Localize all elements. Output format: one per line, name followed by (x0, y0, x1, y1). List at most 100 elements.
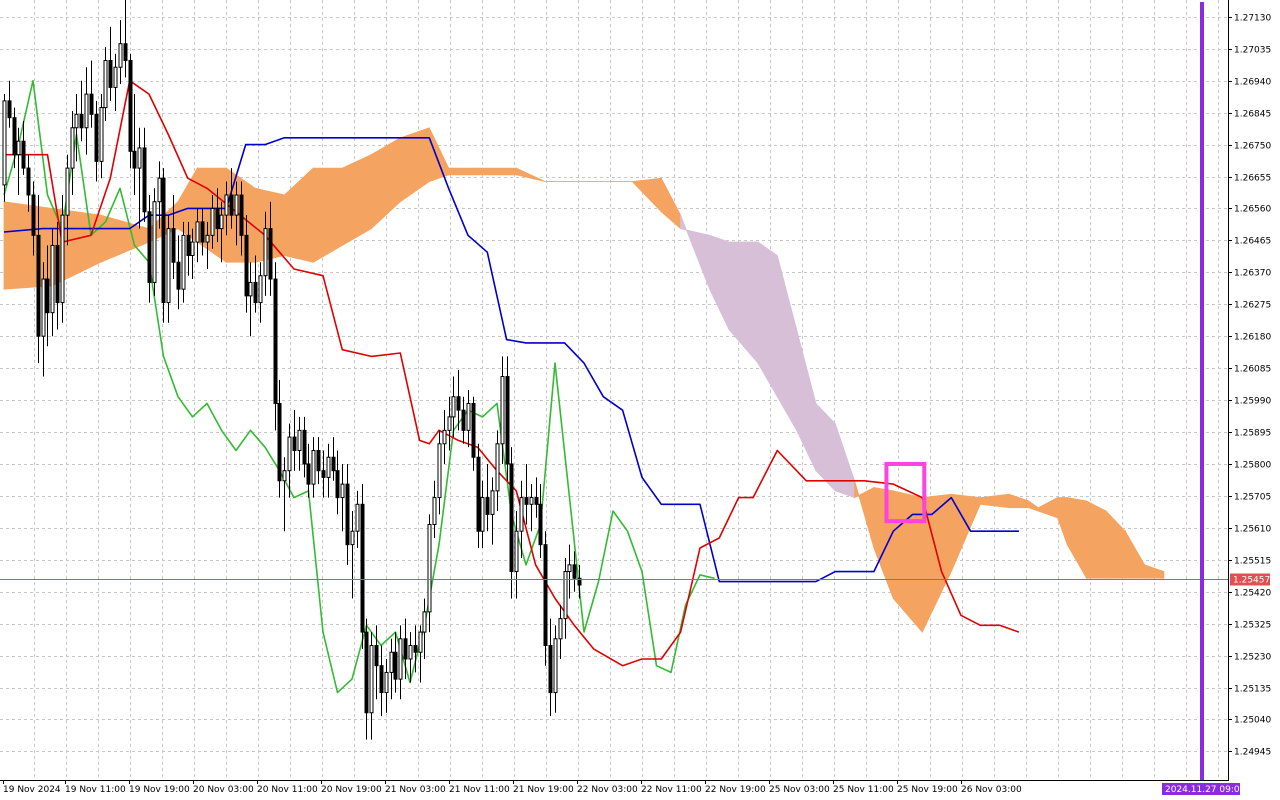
future-time-tag-label: 2024.11.27 09:00 (1165, 785, 1246, 795)
candle-body (12, 117, 17, 156)
y-tick-label: 1.26655 (1234, 174, 1271, 184)
candle-body (94, 113, 99, 162)
y-tick-label: 1.25325 (1234, 621, 1271, 631)
candle-body (543, 544, 548, 647)
cloud-segment (1086, 500, 1107, 579)
candle-body (316, 450, 321, 472)
candle-body (538, 503, 543, 546)
candle-body (118, 43, 123, 68)
y-tick-label: 1.25705 (1234, 493, 1271, 503)
candle-body (99, 107, 104, 162)
candle-body (292, 436, 297, 452)
candle-body (45, 278, 50, 314)
candle-body (16, 140, 21, 156)
x-tick-label: 19 Nov 19:00 (129, 785, 190, 795)
y-axis-ticks: 1.27130 1.27035 1.26940 1.26845 1.26750 1.266… (1228, 14, 1271, 758)
candle-body (302, 429, 307, 465)
candle-body (563, 571, 568, 620)
candle-body (65, 167, 70, 216)
candle-body (350, 530, 355, 546)
y-tick-label: 1.25040 (1234, 716, 1271, 726)
candle-body (55, 244, 60, 304)
candle-body (379, 665, 384, 694)
candle-body (553, 638, 558, 694)
candle-body (123, 43, 128, 62)
y-tick-label: 1.26845 (1234, 110, 1271, 120)
candle (128, 53, 133, 169)
candle-body (572, 564, 577, 579)
candle-body (345, 483, 350, 546)
candle-body (548, 645, 553, 694)
candle-body (403, 638, 408, 660)
candle-body (176, 261, 181, 290)
candle-body (384, 671, 389, 694)
candle-body (229, 194, 234, 216)
x-tick-label: 22 Nov 19:00 (705, 785, 766, 795)
candle-body (413, 645, 418, 653)
candle-body (2, 100, 7, 186)
candle-body (181, 234, 186, 290)
x-tick-label: 22 Nov 11:00 (641, 785, 702, 795)
candle-body (466, 402, 471, 431)
y-tick-label: 1.26465 (1234, 237, 1271, 247)
chart-root: 1.27130 1.27035 1.26940 1.26845 1.26750 1.266… (0, 0, 1280, 800)
candle-body (219, 214, 224, 230)
x-tick-label: 21 Nov 19:00 (513, 785, 574, 795)
plot-background (0, 0, 1228, 780)
current-price-tag: 1.25457 (1230, 573, 1270, 586)
candle-body (263, 228, 268, 277)
y-tick-label: 1.25420 (1234, 589, 1271, 599)
candle-body (461, 409, 466, 431)
x-tick-label: 26 Nov 03:00 (961, 785, 1022, 795)
candle-body (567, 564, 572, 573)
candle-body (244, 234, 249, 297)
candle-body (195, 221, 200, 243)
candle-body (273, 278, 278, 404)
candle-body (84, 93, 89, 129)
candle-body (268, 228, 273, 280)
candle-body (7, 100, 12, 119)
y-tick-label: 1.27130 (1234, 14, 1271, 24)
candle-body (297, 429, 302, 452)
price-chart[interactable]: 1.27130 1.27035 1.26940 1.26845 1.26750 1.266… (0, 0, 1280, 800)
candle-body (277, 402, 282, 482)
cloud-segment (477, 167, 517, 176)
candle-body (103, 60, 108, 109)
candle-body (50, 244, 55, 314)
candle-body (331, 456, 336, 472)
candle-body (74, 113, 79, 129)
cloud-segment (3, 201, 53, 290)
candle-body (529, 497, 534, 505)
candle-body (355, 503, 360, 532)
candle-body (113, 66, 118, 88)
x-tick-label: 19 Nov 2024 (3, 785, 61, 795)
candle-body (152, 201, 157, 283)
x-tick-label: 20 Nov 19:00 (321, 785, 382, 795)
y-tick-label: 1.27035 (1234, 46, 1271, 56)
candle-body (398, 638, 403, 680)
candle-body (31, 194, 36, 236)
candle (360, 484, 365, 649)
x-tick-label: 25 Nov 11:00 (833, 785, 894, 795)
candle-body (253, 281, 258, 304)
candle-body (442, 429, 447, 445)
candle-body (393, 651, 398, 680)
candle-body (215, 207, 220, 230)
x-tick-label: 20 Nov 11:00 (257, 785, 318, 795)
x-tick-label: 25 Nov 19:00 (897, 785, 958, 795)
candle (543, 531, 548, 666)
candle-body (514, 530, 519, 573)
candle-body (422, 611, 427, 633)
candle-body (534, 497, 539, 505)
candle-body (224, 194, 229, 216)
candle (161, 168, 166, 323)
candle-body (200, 221, 205, 243)
candle-body (311, 450, 316, 485)
candle-body (432, 497, 437, 525)
candle-body (89, 93, 94, 115)
y-tick-label: 1.25515 (1234, 557, 1271, 567)
candle-body (166, 228, 171, 304)
current-price-tag-label: 1.25457 (1233, 576, 1270, 586)
candle-body (128, 60, 133, 152)
candle-body (495, 443, 500, 492)
